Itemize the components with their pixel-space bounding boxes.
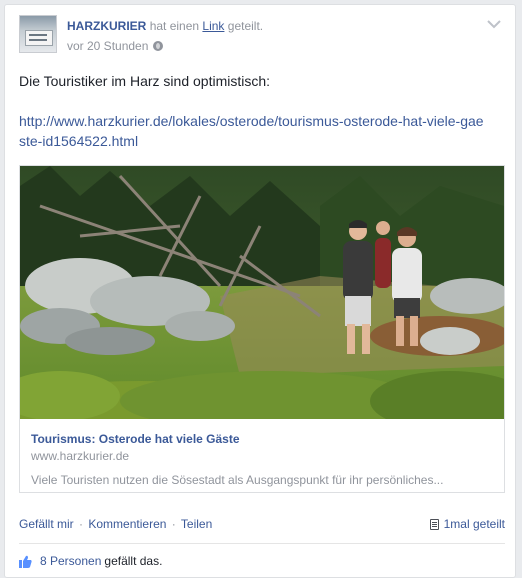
post-meta: HARZKURIER hat einen Link geteilt. vor 2… [67,18,263,54]
post-timestamp[interactable]: vor 20 Stunden [67,38,148,54]
post-url-link[interactable]: http://www.harzkurier.de/lokales/osterod… [19,111,489,151]
likes-summary: 8 Personen gefällt das. [19,552,162,570]
shares-count-label: 1mal geteilt [443,517,505,531]
shared-link-word[interactable]: Link [202,19,224,33]
link-attachment[interactable]: Tourismus: Osterode hat viele Gäste www.… [19,165,505,493]
attachment-caption: Tourismus: Osterode hat viele Gäste www.… [31,431,493,488]
post-header: HARZKURIER hat einen Link geteilt. vor 2… [19,15,505,57]
likes-count-link[interactable]: 8 Personen [40,552,101,570]
like-button[interactable]: Gefällt mir [19,517,74,531]
hiking-photo [20,166,504,419]
shares-count[interactable]: 1mal geteilt [429,515,505,533]
page-name-link[interactable]: HARZKURIER [67,19,146,33]
page-avatar[interactable] [19,15,57,53]
shared-text-1: hat einen [149,19,200,33]
share-button[interactable]: Teilen [181,517,212,531]
post-text: Die Touristiker im Harz sind optimistisc… [19,73,271,89]
thumbs-up-icon [19,555,32,568]
attachment-domain: www.harzkurier.de [31,449,130,463]
likes-text: gefällt das. [104,554,163,568]
post-card: HARZKURIER hat einen Link geteilt. vor 2… [4,4,516,578]
share-count-icon [429,518,439,530]
avatar-logo-icon [25,30,53,46]
divider [19,543,505,544]
attachment-title[interactable]: Tourismus: Osterode hat viele Gäste [31,431,493,447]
action-separator: · [171,517,176,531]
chevron-down-icon[interactable] [487,19,501,29]
action-separator: · [79,517,84,531]
attachment-image[interactable] [20,166,504,419]
comment-button[interactable]: Kommentieren [88,517,166,531]
post-actions: Gefällt mir · Kommentieren · Teilen 1mal… [19,515,505,533]
shared-text-2: geteilt. [227,19,264,33]
globe-icon[interactable] [153,41,164,51]
attachment-description: Viele Touristen nutzen die Sösestadt als… [31,473,444,487]
